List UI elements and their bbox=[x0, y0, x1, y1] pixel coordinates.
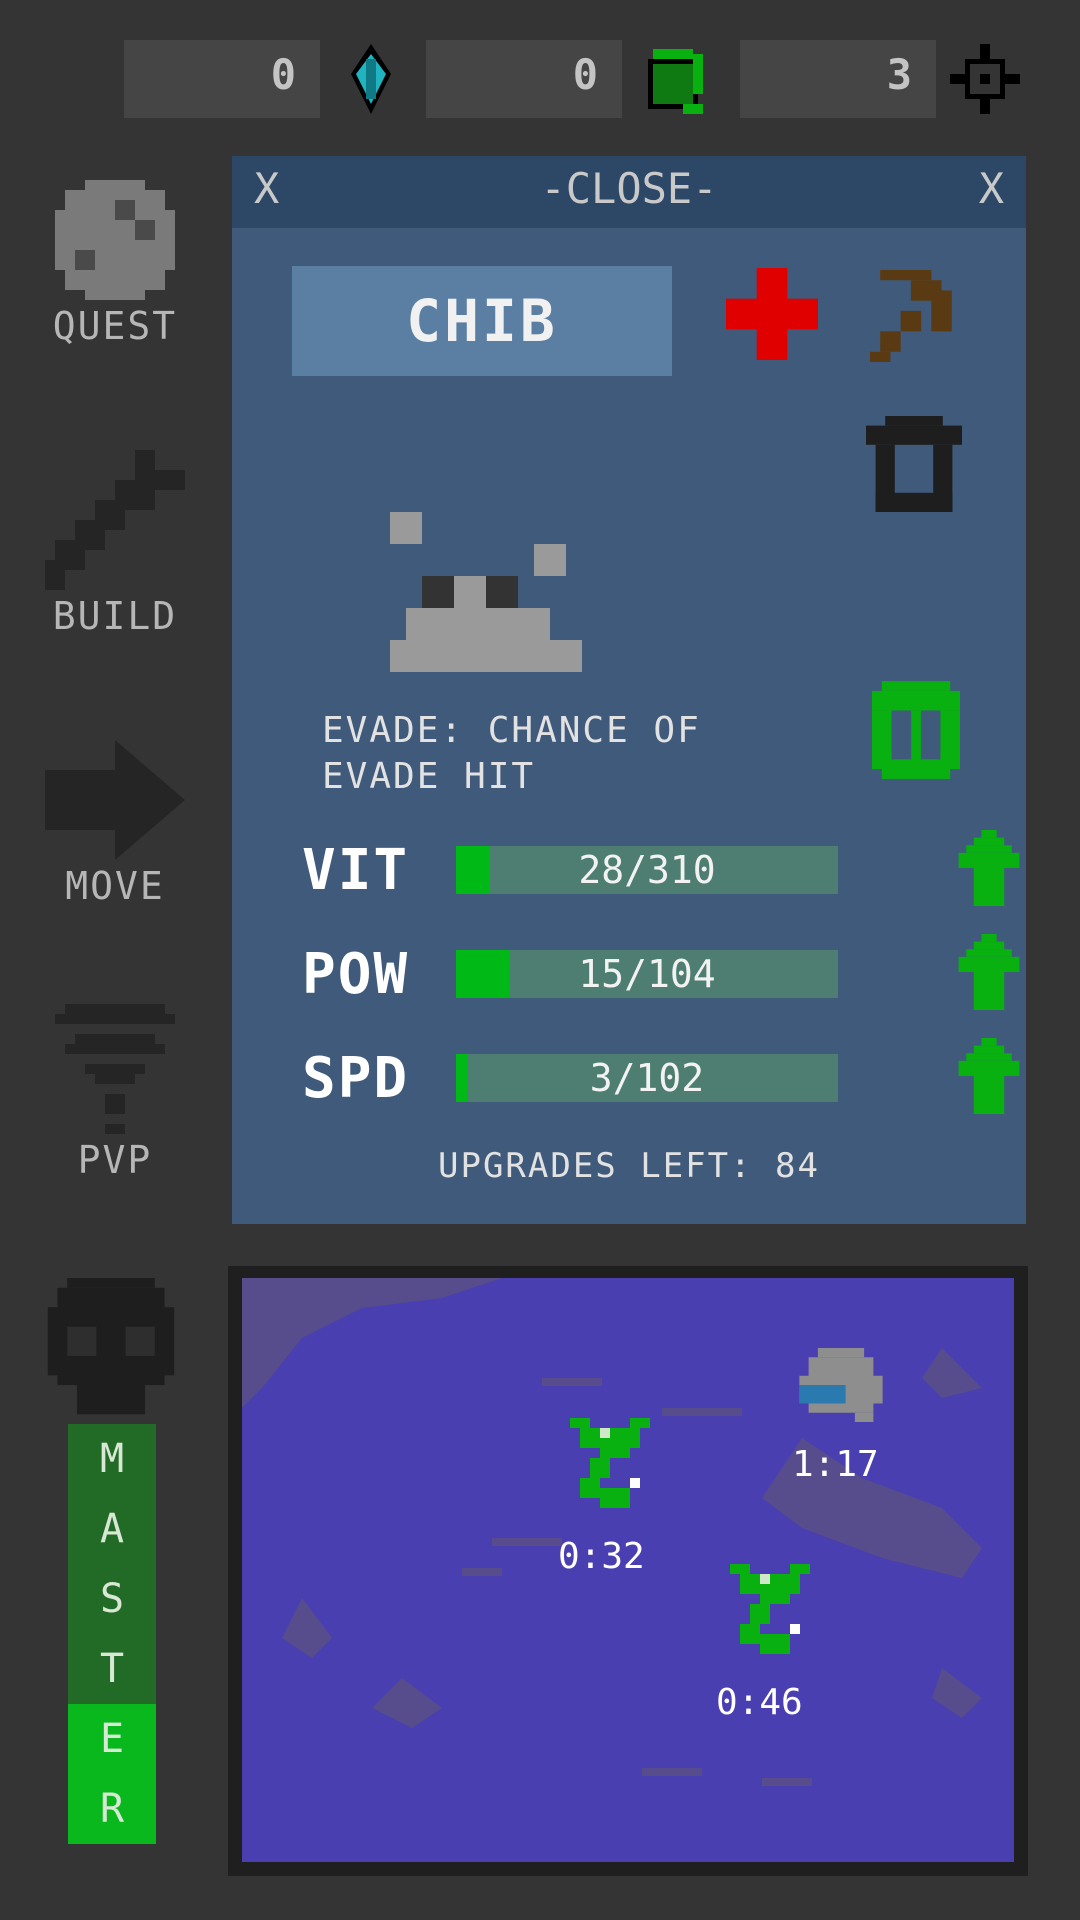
unit-name[interactable]: CHIB bbox=[292, 266, 672, 376]
jar-counter: 0 bbox=[426, 40, 622, 118]
arrow-right-icon bbox=[45, 740, 185, 860]
jar-count: 0 bbox=[572, 50, 598, 99]
map-timer: 0:32 bbox=[558, 1536, 645, 1577]
ability-description: EVADE: CHANCE OF EVADE HIT bbox=[322, 708, 782, 800]
stat-bar: 28/310 bbox=[456, 846, 838, 894]
stat-row-vit: VIT 28/310 bbox=[302, 830, 1020, 906]
stat-value: 3/102 bbox=[589, 1056, 705, 1100]
creature-sprite bbox=[390, 512, 582, 672]
stat-row-pow: POW 15/104 bbox=[302, 934, 1020, 1010]
green-canister-icon[interactable] bbox=[872, 680, 960, 780]
upgrade-arrow-icon[interactable] bbox=[958, 830, 1020, 906]
master-letter: S bbox=[68, 1564, 156, 1634]
sidebar-item-label: MOVE bbox=[65, 864, 165, 908]
master-letter: M bbox=[68, 1424, 156, 1494]
world-map-frame: 1:17 0:32 0:46 bbox=[228, 1266, 1028, 1876]
heal-icon[interactable] bbox=[726, 268, 818, 360]
crystal-icon bbox=[351, 44, 391, 114]
stat-label: POW bbox=[302, 942, 410, 1007]
green-jar-icon bbox=[648, 49, 703, 114]
trash-icon[interactable] bbox=[866, 416, 962, 512]
master-letter: T bbox=[68, 1634, 156, 1704]
wrench-icon bbox=[45, 450, 185, 590]
target-counter: 3 bbox=[740, 40, 936, 118]
skull-icon bbox=[47, 1278, 175, 1415]
master-letter: A bbox=[68, 1494, 156, 1564]
description-line: EVADE HIT bbox=[322, 756, 536, 797]
helmet-icon[interactable] bbox=[796, 1348, 886, 1422]
stat-label: SPD bbox=[302, 1046, 410, 1111]
upgrades-left: UPGRADES LEFT: 84 bbox=[438, 1146, 820, 1186]
master-letter: R bbox=[68, 1774, 156, 1844]
stat-value: 15/104 bbox=[578, 952, 716, 996]
crystal-counter: 0 bbox=[124, 40, 320, 118]
stat-value: 28/310 bbox=[578, 848, 716, 892]
sidebar-item-label: BUILD bbox=[52, 594, 178, 638]
stat-label: VIT bbox=[302, 838, 410, 903]
pickaxe-icon[interactable] bbox=[870, 270, 962, 362]
close-right-button[interactable]: X bbox=[979, 164, 1004, 213]
upgrade-arrow-icon[interactable] bbox=[958, 1038, 1020, 1114]
moon-icon bbox=[55, 180, 175, 300]
green-monster-icon[interactable] bbox=[730, 1564, 810, 1654]
wifi-icon bbox=[55, 1004, 175, 1134]
green-monster-icon[interactable] bbox=[570, 1418, 650, 1508]
sidebar-item-label: QUEST bbox=[52, 304, 178, 348]
sidebar-item-label: PVP bbox=[77, 1138, 153, 1182]
target-count: 3 bbox=[886, 50, 912, 99]
master-progress: M A S T E R bbox=[68, 1424, 156, 1844]
world-map[interactable]: 1:17 0:32 0:46 bbox=[242, 1278, 1014, 1862]
sidebar-item-pvp[interactable]: PVP bbox=[40, 1004, 190, 1182]
sidebar-item-quest[interactable]: QUEST bbox=[40, 180, 190, 348]
crosshair-icon bbox=[950, 44, 1020, 114]
map-timer: 0:46 bbox=[716, 1682, 803, 1723]
stat-row-spd: SPD 3/102 bbox=[302, 1038, 1020, 1114]
panel-header: X -CLOSE- X bbox=[232, 156, 1026, 228]
sidebar-item-build[interactable]: BUILD bbox=[40, 450, 190, 638]
close-button[interactable]: -CLOSE- bbox=[232, 164, 1026, 213]
crystal-count: 0 bbox=[270, 50, 296, 99]
stat-bar: 3/102 bbox=[456, 1054, 838, 1102]
sidebar-item-move[interactable]: MOVE bbox=[40, 740, 190, 908]
unit-panel: X -CLOSE- X CHIB EVADE: CHANCE OF EVADE … bbox=[232, 156, 1026, 1224]
map-timer: 1:17 bbox=[792, 1444, 879, 1485]
master-letter: E bbox=[68, 1704, 156, 1774]
description-line: EVADE: CHANCE OF bbox=[322, 710, 701, 751]
stat-bar: 15/104 bbox=[456, 950, 838, 998]
upgrade-arrow-icon[interactable] bbox=[958, 934, 1020, 1010]
